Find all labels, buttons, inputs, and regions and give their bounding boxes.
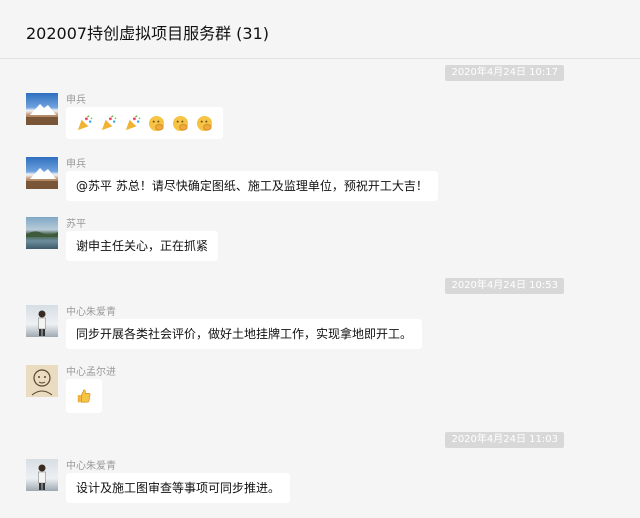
message-bubble[interactable]: 设计及施工图审查等事项可同步推进。 xyxy=(66,473,291,503)
person-avatar[interactable] xyxy=(26,305,58,337)
party-popper-icon xyxy=(77,114,93,130)
chat-header: 202007持创虚拟项目服务群 (31) xyxy=(0,0,640,59)
party-popper-icon xyxy=(125,114,141,130)
mountain-avatar[interactable] xyxy=(26,157,58,189)
fist-bump-icon xyxy=(196,115,213,131)
message-bubble[interactable]: 同步开展各类社会评价，做好土地挂牌工作，实现拿地即开工。 xyxy=(66,319,423,349)
fist-bump-icon xyxy=(172,115,189,131)
timestamp: 2020年4月24日 11:03 xyxy=(445,432,564,448)
sender-name: 申兵 xyxy=(66,159,86,170)
timestamp: 2020年4月24日 10:17 xyxy=(445,65,564,81)
sketch-avatar[interactable] xyxy=(26,365,58,397)
sender-name: 苏平 xyxy=(66,219,86,230)
group-title: 202007持创虚拟项目服务群 (31) xyxy=(26,24,270,43)
sender-name: 中心孟尔进 xyxy=(66,367,116,378)
sender-name: 申兵 xyxy=(66,95,86,106)
party-popper-icon xyxy=(101,114,117,130)
message-bubble[interactable]: @苏平 苏总！请尽快确定图纸、施工及监理单位，预祝开工大吉！ xyxy=(66,171,438,201)
sender-name: 中心朱爱青 xyxy=(66,307,116,318)
timestamp: 2020年4月24日 10:53 xyxy=(445,278,564,294)
person-avatar[interactable] xyxy=(26,459,58,491)
message-bubble[interactable]: 谢申主任关心，正在抓紧 xyxy=(66,231,219,261)
thumbs-up-icon xyxy=(77,389,91,403)
message-bubble[interactable] xyxy=(66,379,102,413)
message-list[interactable]: 2020年4月24日 10:17 申兵 申兵 @苏平 苏总！请尽快确定图纸、施工… xyxy=(0,59,640,518)
lake-avatar[interactable] xyxy=(26,217,58,249)
message-bubble[interactable] xyxy=(66,107,223,139)
fist-bump-icon xyxy=(148,115,165,131)
mountain-avatar[interactable] xyxy=(26,93,58,125)
sender-name: 中心朱爱青 xyxy=(66,461,116,472)
